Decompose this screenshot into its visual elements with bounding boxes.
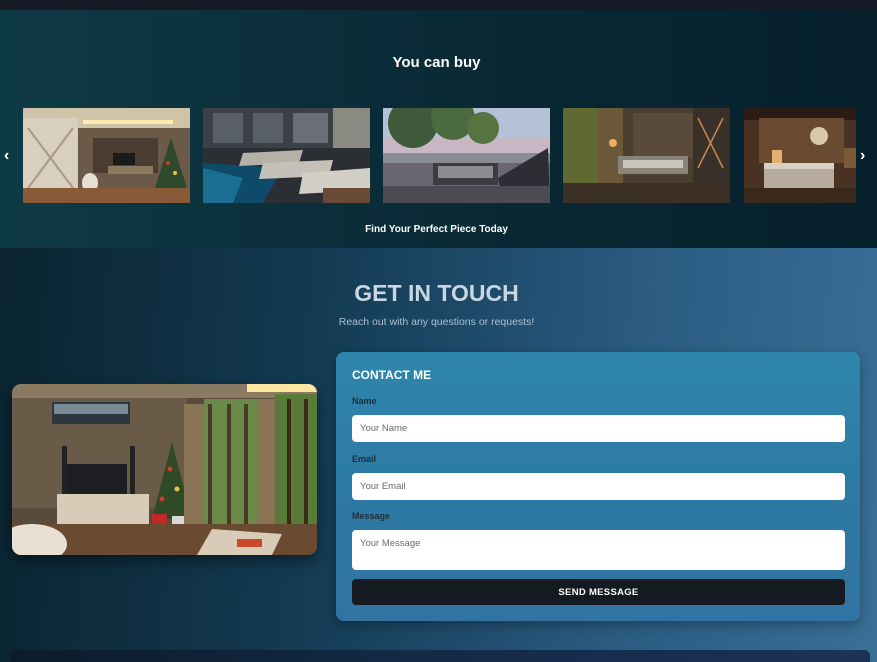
get-in-touch-title: GET IN TOUCH xyxy=(354,280,519,306)
carousel-next-button[interactable]: › xyxy=(860,148,865,164)
email-input[interactable] xyxy=(352,473,845,500)
send-message-button[interactable]: SEND MESSAGE xyxy=(352,579,845,605)
carousel-image-bedroom[interactable] xyxy=(744,108,856,203)
carousel-image-pool[interactable] xyxy=(203,108,370,203)
section-caption: Find Your Perfect Piece Today xyxy=(365,224,508,235)
carousel-image-living-room[interactable] xyxy=(23,108,190,203)
carousel-image-lounge[interactable] xyxy=(563,108,730,203)
name-label: Name xyxy=(352,396,377,406)
contact-form-card: CONTACT ME Name Email Message SEND MESSA… xyxy=(336,352,860,621)
section-title: You can buy xyxy=(392,54,481,71)
name-input[interactable] xyxy=(352,415,845,442)
you-can-buy-section: You can buy ‹ › Find Your Perfect Piece … xyxy=(0,10,877,248)
message-textarea[interactable] xyxy=(352,530,845,570)
contact-form-title: CONTACT ME xyxy=(352,368,432,382)
email-label: Email xyxy=(352,454,377,464)
room-photo xyxy=(12,384,317,555)
carousel-prev-button[interactable]: ‹ xyxy=(4,148,9,164)
message-label: Message xyxy=(352,511,391,521)
bottom-edge-panel xyxy=(10,650,870,662)
carousel-image-terrace[interactable] xyxy=(383,108,550,203)
get-in-touch-subtitle: Reach out with any questions or requests… xyxy=(338,316,535,328)
top-bar xyxy=(0,0,877,10)
get-in-touch-section: GET IN TOUCH Reach out with any question… xyxy=(0,248,877,662)
